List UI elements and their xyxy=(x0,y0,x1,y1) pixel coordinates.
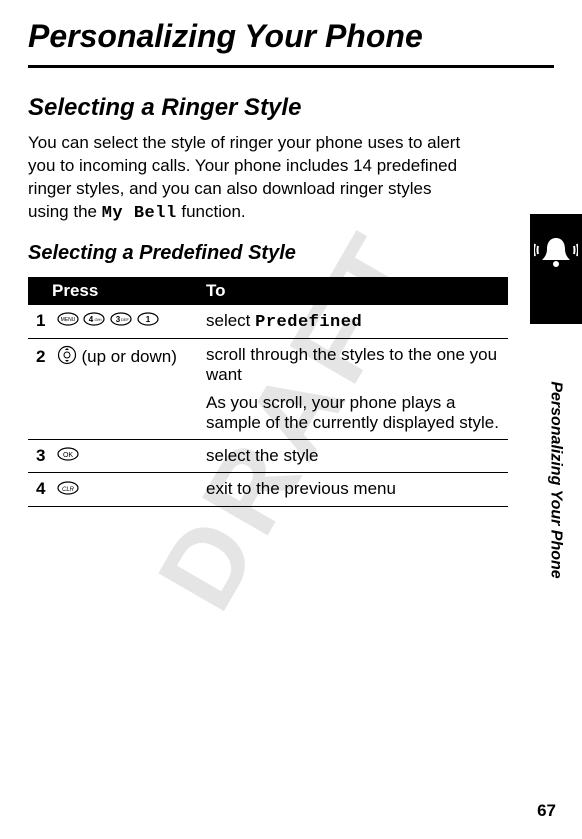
intro-paragraph: You can select the style of ringer your … xyxy=(28,132,468,226)
svg-text:GHI: GHI xyxy=(95,317,102,322)
svg-text:CLR: CLR xyxy=(62,487,75,493)
key-1-icon: 1 xyxy=(137,311,159,331)
table-header-row: Press To xyxy=(28,277,508,305)
step-note: As you scroll, your phone plays a sample… xyxy=(206,393,500,433)
step-action: exit to the previous menu xyxy=(198,473,508,507)
chapter-title: Personalizing Your Phone xyxy=(28,18,554,55)
page-number: 67 xyxy=(537,801,556,821)
intro-mono: My Bell xyxy=(102,204,177,223)
step-action: scroll through the styles to the one you… xyxy=(206,345,500,385)
ok-key-icon: OK xyxy=(57,446,79,466)
svg-text:DEF: DEF xyxy=(121,317,130,322)
step-number: 2 xyxy=(36,347,52,367)
menu-key-icon: MENU xyxy=(57,311,79,331)
svg-text:4: 4 xyxy=(89,315,94,324)
table-row: 2 (up or down) scroll through the styles… xyxy=(28,338,508,439)
key-4-icon: 4GHI xyxy=(83,311,105,331)
svg-text:MENU: MENU xyxy=(60,317,75,323)
col-header-to: To xyxy=(198,277,508,305)
svg-text:OK: OK xyxy=(63,452,73,459)
step-number: 4 xyxy=(36,479,52,499)
col-header-press: Press xyxy=(28,277,198,305)
nav-key-icon xyxy=(57,345,77,370)
table-row: 3 OK select the style xyxy=(28,439,508,473)
step-number: 1 xyxy=(36,311,52,331)
press-suffix: (up or down) xyxy=(77,347,177,366)
step-action-mono: Predefined xyxy=(255,313,362,332)
step-action: select the style xyxy=(198,439,508,473)
intro-text-2: function. xyxy=(177,202,246,221)
table-row: 1 MENU 4GHI 3DEF 1 select Predefined xyxy=(28,305,508,339)
subsection-title: Selecting a Predefined Style xyxy=(28,242,554,265)
table-row: 4 CLR exit to the previous menu xyxy=(28,473,508,507)
step-number: 3 xyxy=(36,446,52,466)
steps-table: Press To 1 MENU 4GHI 3DEF xyxy=(28,277,508,507)
section-title: Selecting a Ringer Style xyxy=(28,94,554,122)
svg-text:1: 1 xyxy=(146,315,151,324)
clr-key-icon: CLR xyxy=(57,480,79,500)
step-action: select xyxy=(206,311,255,330)
horizontal-rule xyxy=(28,65,554,68)
key-3-icon: 3DEF xyxy=(110,311,132,331)
